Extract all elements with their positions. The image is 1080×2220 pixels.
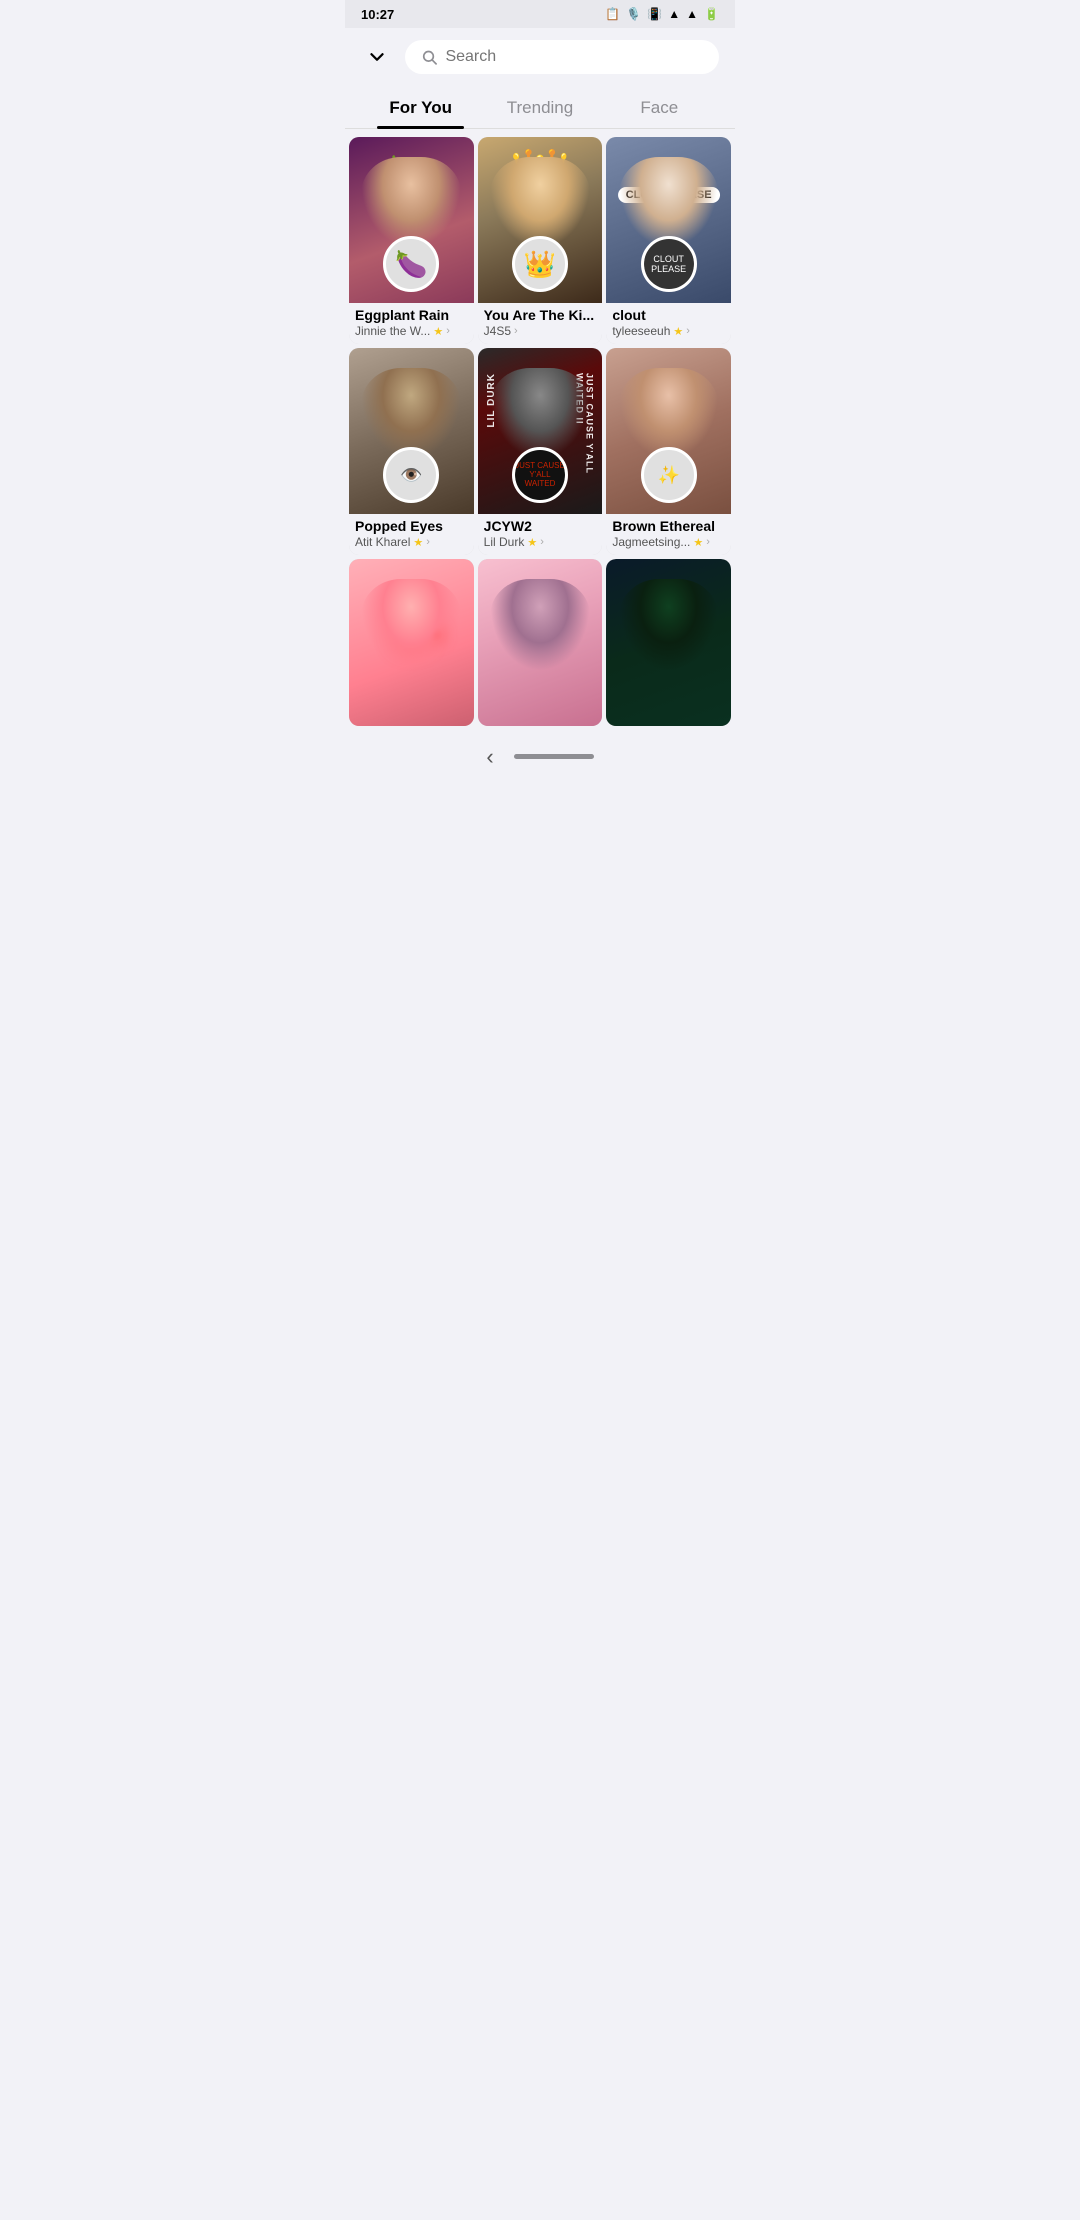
chevron-icon: ›: [514, 325, 518, 337]
author-name: Jinnie the W...: [355, 324, 430, 338]
star-icon: ★: [527, 536, 537, 549]
clipboard-icon: 📋: [605, 7, 620, 21]
avatar-emoji: 🍆: [395, 249, 427, 280]
battery-icon: 🔋: [704, 7, 719, 21]
item-title: Popped Eyes: [355, 518, 468, 534]
grid-item-9[interactable]: 🟩: [606, 559, 731, 725]
item-title: JCYW2: [484, 518, 597, 534]
grid-item-clout[interactable]: CLOUT PLEASE CLOUT PLEASE clout tyleesee…: [606, 137, 731, 344]
chevron-icon: ›: [426, 536, 430, 548]
author-name: Jagmeetsing...: [612, 535, 690, 549]
bottom-bar: ‹: [345, 734, 735, 784]
item-author: Jagmeetsing... ★ ›: [612, 535, 725, 549]
wifi-icon: ▲: [668, 7, 680, 21]
search-input[interactable]: [445, 48, 703, 66]
grid-item-jcyw2[interactable]: LIL DURK JUST CAUSE Y'ALL WAITED II JUST…: [478, 348, 603, 555]
home-indicator: [514, 754, 594, 759]
star-icon: ★: [693, 536, 703, 549]
star-icon: ★: [433, 325, 443, 338]
status-bar: 10:27 📋 🎙️ 📳 ▲ ▲ 🔋: [345, 0, 735, 28]
avatar-clout: CLOUT PLEASE: [644, 238, 694, 290]
back-nav-button[interactable]: ‹: [486, 744, 493, 770]
item-info: Popped Eyes Atit Kharel ★ ›: [349, 514, 474, 555]
person-silhouette: [490, 157, 590, 248]
chevron-down-icon: [366, 46, 388, 68]
vibrate-icon: 📳: [647, 7, 662, 21]
avatar-emoji: 👁️: [400, 465, 422, 486]
person-silhouette: [361, 368, 461, 459]
item-title: You Are The Ki...: [484, 307, 597, 323]
chevron-icon: ›: [446, 325, 450, 337]
star-icon: ★: [673, 325, 683, 338]
signal-icon: ▲: [686, 7, 698, 21]
avatar: JUST CAUSEY'ALLWAITED: [512, 447, 568, 503]
filter-grid: 🍆 🍆 Eggplant Rain Jinnie the W... ★ › 👑 …: [345, 129, 735, 734]
tab-for-you[interactable]: For You: [361, 86, 480, 128]
item-author: Lil Durk ★ ›: [484, 535, 597, 549]
grid-item-8[interactable]: 🌸: [478, 559, 603, 725]
status-icons: 📋 🎙️ 📳 ▲ ▲ 🔋: [605, 7, 719, 21]
search-area: [345, 28, 735, 86]
item-info: clout tyleeseeuh ★ ›: [606, 303, 731, 344]
grid-item-you-are-the-king[interactable]: 👑 👑 You Are The Ki... J4S5 ›: [478, 137, 603, 344]
person-silhouette: [361, 157, 461, 248]
status-time: 10:27: [361, 7, 394, 22]
author-name: Lil Durk: [484, 535, 525, 549]
item-title: clout: [612, 307, 725, 323]
person-silhouette: [490, 368, 590, 459]
item-author: Jinnie the W... ★ ›: [355, 324, 468, 338]
tab-face[interactable]: Face: [600, 86, 719, 128]
person-silhouette: [619, 368, 719, 459]
search-icon: [421, 48, 437, 66]
item-title: Brown Ethereal: [612, 518, 725, 534]
item-title: Eggplant Rain: [355, 307, 468, 323]
item-info: Eggplant Rain Jinnie the W... ★ ›: [349, 303, 474, 344]
chevron-icon: ›: [686, 325, 690, 337]
item-info: Brown Ethereal Jagmeetsing... ★ ›: [606, 514, 731, 555]
avatar-jcyw: JUST CAUSEY'ALLWAITED: [515, 449, 565, 501]
author-name: J4S5: [484, 324, 511, 338]
author-name: tyleeseeuh: [612, 324, 670, 338]
person-silhouette: [490, 579, 590, 670]
star-icon: ★: [413, 536, 423, 549]
person-silhouette: [619, 579, 719, 670]
item-info: You Are The Ki... J4S5 ›: [478, 303, 603, 344]
grid-item-popped-eyes[interactable]: 👁️‍🗨️ 👁️ Popped Eyes Atit Kharel ★ ›: [349, 348, 474, 555]
search-box[interactable]: [405, 40, 719, 74]
author-name: Atit Kharel: [355, 535, 410, 549]
tab-trending[interactable]: Trending: [480, 86, 599, 128]
avatar: 👑: [512, 236, 568, 292]
mic-off-icon: 🎙️: [626, 7, 641, 21]
chevron-icon: ›: [540, 536, 544, 548]
chevron-icon: ›: [706, 536, 710, 548]
avatar-emoji: 👑: [524, 249, 556, 280]
avatar-emoji: ✨: [657, 465, 679, 486]
avatar: CLOUT PLEASE: [641, 236, 697, 292]
avatar: ✨: [641, 447, 697, 503]
tabs-bar: For You Trending Face: [345, 86, 735, 129]
item-author: J4S5 ›: [484, 324, 597, 338]
item-author: tyleeseeuh ★ ›: [612, 324, 725, 338]
person-silhouette: [361, 579, 461, 670]
person-silhouette: [619, 157, 719, 248]
grid-item-eggplant-rain[interactable]: 🍆 🍆 Eggplant Rain Jinnie the W... ★ ›: [349, 137, 474, 344]
item-author: Atit Kharel ★ ›: [355, 535, 468, 549]
back-button[interactable]: [361, 41, 393, 73]
avatar: 🍆: [383, 236, 439, 292]
grid-item-brown-ethereal[interactable]: ✨ Brown Ethereal Jagmeetsing... ★ ›: [606, 348, 731, 555]
item-info: JCYW2 Lil Durk ★ ›: [478, 514, 603, 555]
avatar: 👁️: [383, 447, 439, 503]
grid-item-7[interactable]: [349, 559, 474, 725]
